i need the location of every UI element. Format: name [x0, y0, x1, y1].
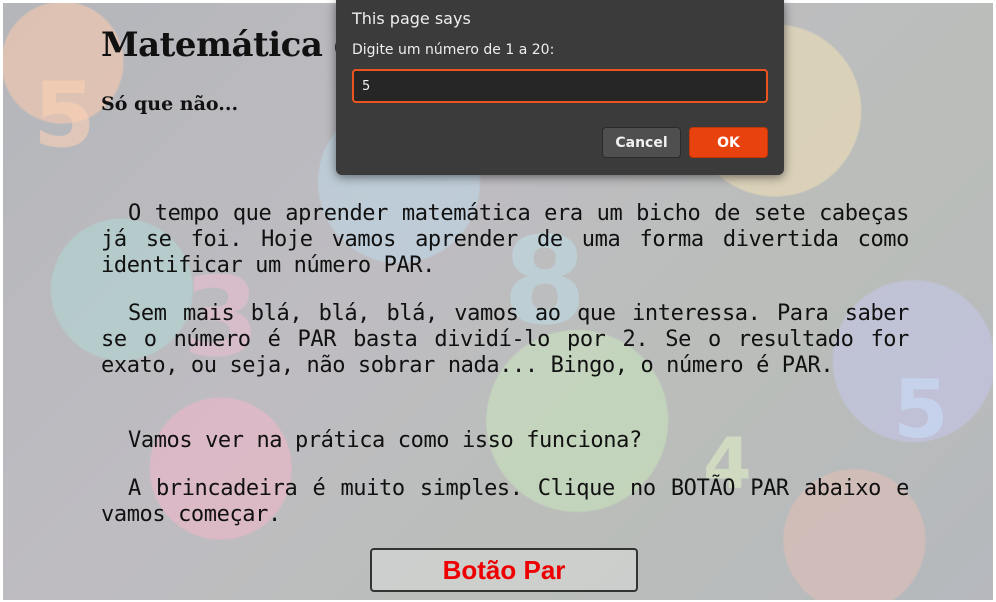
explanation-paragraph: Sem mais blá, blá, blá, vamos ao que int… — [101, 301, 909, 378]
prompt-dialog: This page says Digite um número de 1 a 2… — [336, 0, 784, 175]
dialog-message: Digite um número de 1 a 20: — [352, 42, 555, 58]
dialog-title: This page says — [352, 9, 471, 28]
ok-button[interactable]: OK — [689, 127, 768, 158]
question-paragraph: Vamos ver na prática como isso funciona? — [128, 428, 642, 453]
instruction-paragraph: A brincadeira é muito simples. Clique no… — [101, 476, 909, 527]
cancel-button[interactable]: Cancel — [602, 127, 681, 158]
botao-par-button[interactable]: Botão Par — [370, 548, 638, 592]
intro-paragraph: O tempo que aprender matemática era um b… — [101, 201, 909, 278]
dialog-number-input[interactable] — [352, 69, 768, 103]
